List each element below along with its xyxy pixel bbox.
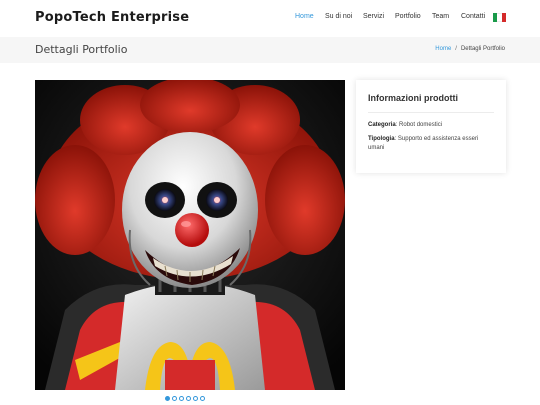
nav-contacts[interactable]: Contatti [461, 13, 485, 20]
carousel-dot-6[interactable] [200, 396, 205, 401]
type-label: Tipologia [368, 136, 395, 142]
category-value: Robot domestici [399, 122, 443, 128]
nav-team[interactable]: Team [432, 13, 449, 20]
nav-about[interactable]: Su di noi [325, 13, 352, 20]
type-row: Tipologia: Supporto ed assistenza esseri… [368, 136, 479, 151]
flag-stripe-red [501, 13, 506, 22]
breadcrumb-separator: / [455, 46, 457, 52]
portfolio-image [35, 80, 345, 390]
site-header: PopoTech Enterprise Home Su di noi Servi… [0, 0, 540, 36]
breadcrumb-home-link[interactable]: Home [435, 46, 451, 52]
carousel-dot-1[interactable] [165, 396, 170, 401]
nav-portfolio[interactable]: Portfolio [395, 13, 421, 20]
category-label: Categoria [368, 122, 396, 128]
main-nav: Home Su di noi Servizi Portfolio Team Co… [0, 13, 540, 25]
info-divider [368, 112, 494, 113]
carousel-indicators [165, 396, 205, 404]
carousel-dot-5[interactable] [193, 396, 198, 401]
breadcrumb-bar: Dettagli Portfolio Home / Dettagli Portfol… [0, 37, 540, 63]
carousel-dot-3[interactable] [179, 396, 184, 401]
italian-flag-icon[interactable] [493, 13, 506, 22]
breadcrumb: Home / Dettagli Portfolio [435, 46, 505, 52]
product-info-card: Informazioni prodotti Categoria: Robot d… [356, 80, 506, 173]
page-title: Dettagli Portfolio [35, 43, 128, 56]
category-row: Categoria: Robot domestici [368, 122, 443, 128]
carousel-dot-2[interactable] [172, 396, 177, 401]
carousel-dot-4[interactable] [186, 396, 191, 401]
breadcrumb-current: Dettagli Portfolio [460, 46, 505, 52]
product-info-title: Informazioni prodotti [368, 93, 458, 103]
nav-services[interactable]: Servizi [363, 13, 384, 20]
robot-clown-illustration [35, 80, 345, 390]
nav-home[interactable]: Home [295, 13, 314, 20]
